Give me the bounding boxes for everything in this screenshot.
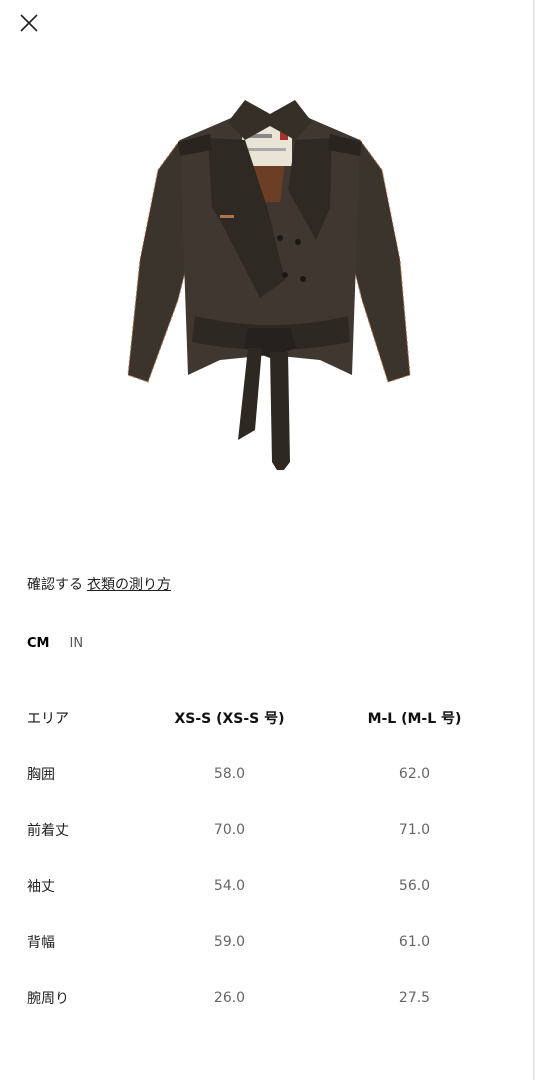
row-value: 26.0: [213, 990, 246, 1006]
row-value: 27.5: [398, 990, 431, 1006]
row-value: 56.0: [398, 878, 431, 894]
table-row: 袖丈 54.0 56.0: [27, 858, 507, 914]
row-value: 58.0: [213, 766, 246, 782]
measure-prefix: 確認する: [27, 577, 83, 593]
size-table-header: エリア XS-S (XS-S 号) M-L (M-L 号): [27, 690, 507, 746]
area-header: エリア: [27, 711, 69, 727]
row-value: 62.0: [398, 766, 431, 782]
close-button[interactable]: [18, 12, 40, 34]
unit-toggle: CM IN: [27, 636, 83, 651]
table-row: 背幅 59.0 61.0: [27, 914, 507, 970]
row-value: 71.0: [398, 822, 431, 838]
row-label: 腕周り: [27, 991, 69, 1007]
row-value: 59.0: [213, 934, 246, 950]
table-row: 胸囲 58.0 62.0: [27, 746, 507, 802]
table-row: 前着丈 70.0 71.0: [27, 802, 507, 858]
row-value: 70.0: [213, 822, 246, 838]
row-label: 袖丈: [27, 879, 55, 895]
row-label: 前着丈: [27, 823, 69, 839]
row-value: 61.0: [398, 934, 431, 950]
size-header-xs-s: XS-S (XS-S 号): [174, 711, 285, 727]
product-image: [120, 90, 420, 470]
size-table: エリア XS-S (XS-S 号) M-L (M-L 号) 胸囲 58.0 62…: [27, 690, 507, 1026]
measure-guide-line: 確認する 衣類の測り方: [27, 574, 171, 594]
unit-cm-tab[interactable]: CM: [27, 636, 49, 651]
close-icon: [20, 14, 38, 32]
row-label: 胸囲: [27, 767, 55, 783]
unit-in-tab[interactable]: IN: [69, 636, 83, 651]
measure-guide-link[interactable]: 衣類の測り方: [87, 577, 171, 593]
size-header-m-l: M-L (M-L 号): [367, 711, 462, 727]
row-label: 背幅: [27, 935, 55, 951]
row-value: 54.0: [213, 878, 246, 894]
table-row: 腕周り 26.0 27.5: [27, 970, 507, 1026]
